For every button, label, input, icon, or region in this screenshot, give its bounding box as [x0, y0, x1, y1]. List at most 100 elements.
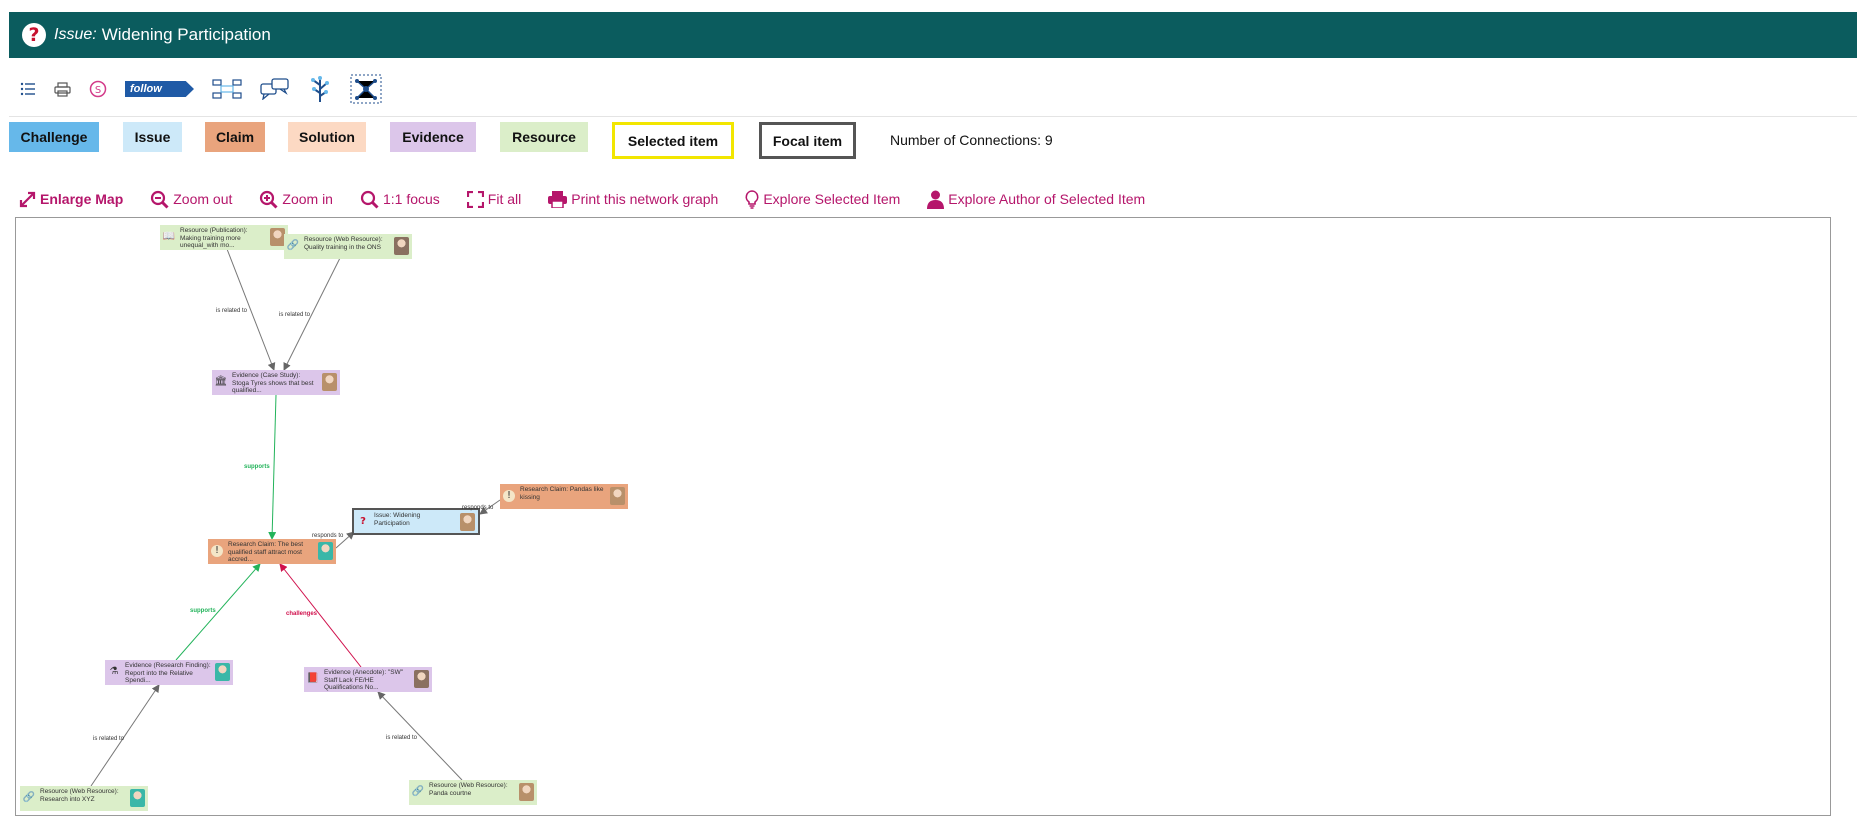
node-label: Evidence (Case Study): Stoga Tyres shows… — [232, 372, 314, 394]
legend-solution: Solution — [288, 122, 366, 152]
explore-selected-item-button[interactable]: Explore Selected Item — [745, 189, 900, 209]
research-icon: ⚗ — [109, 666, 119, 678]
user-icon — [927, 190, 945, 209]
node-label: Research Claim: The best qualified staff… — [228, 541, 304, 563]
explore-author-label: Explore Author of Selected Item — [948, 191, 1146, 207]
zoom-out-icon — [151, 190, 169, 209]
avatar — [414, 670, 429, 688]
edge-label: challenges — [286, 611, 318, 617]
fit-all-icon — [466, 190, 484, 208]
graph-edge-supports — [268, 394, 277, 540]
edge-label: responds to — [462, 505, 494, 511]
link-icon: 🔗 — [411, 786, 425, 798]
node-label: Resource (Web Resource): Quality trainin… — [304, 236, 383, 251]
avatar — [270, 228, 285, 246]
edge-label: responds to — [312, 533, 344, 539]
link-icon: 🔗 — [286, 240, 300, 252]
avatar — [610, 487, 625, 505]
question-icon: ? — [22, 23, 46, 47]
legend-focal-item: Focal item — [759, 122, 856, 159]
avatar — [519, 783, 534, 801]
network-view-icon[interactable] — [350, 74, 382, 104]
anecdote-icon: 📕 — [306, 673, 320, 685]
edge-label: supports — [244, 464, 270, 470]
edge-label: supports — [190, 608, 216, 614]
legend-issue: Issue — [123, 122, 182, 152]
legend-resource: Resource — [500, 122, 588, 152]
graph-node-evidence[interactable]: 📕 Evidence (Anecdote): "SW" Staff Lack FE… — [304, 667, 432, 692]
graph-node-resource[interactable]: 🔗 Resource (Web Resource): Panda courtne — [409, 780, 537, 805]
graph-node-resource[interactable]: 📖 Resource (Publication): Making training… — [160, 225, 288, 250]
zoom-out-button[interactable]: Zoom out — [150, 190, 232, 209]
page-title: Widening Participation — [101, 25, 271, 44]
lightbulb-icon — [745, 189, 759, 209]
page-header: ? Issue: Widening Participation — [9, 12, 1857, 58]
edge-label: is related to — [279, 312, 311, 318]
avatar — [318, 542, 333, 560]
node-label: Research Claim: Pandas like kissing — [520, 486, 604, 501]
avatar — [394, 237, 409, 255]
link-icon: 🔗 — [22, 792, 36, 804]
enlarge-map-label: Enlarge Map — [40, 191, 124, 207]
graph-edges — [90, 248, 501, 787]
search-icon — [360, 190, 379, 209]
explore-author-button[interactable]: Explore Author of Selected Item — [927, 190, 1145, 209]
fit-all-label: Fit all — [487, 191, 522, 207]
book-icon: 📖 — [162, 231, 176, 243]
map-view-icon[interactable] — [212, 74, 242, 104]
avatar — [130, 789, 145, 807]
edge-label: is related to — [386, 735, 418, 741]
graph-node-issue[interactable]: ? Issue: Widening Participation — [352, 508, 480, 535]
focus-button[interactable]: 1:1 focus — [360, 190, 440, 209]
network-graph[interactable]: 📖 Resource (Publication): Making training… — [15, 217, 1831, 816]
spam-icon[interactable]: S — [89, 74, 107, 104]
graph-node-claim[interactable]: ! Research Claim: The best qualified staf… — [208, 539, 336, 564]
print-graph-label: Print this network graph — [571, 191, 719, 207]
graph-node-claim[interactable]: ! Research Claim: Pandas like kissing — [500, 484, 628, 509]
toolbar-divider — [9, 116, 1857, 117]
connections-count: Number of Connections: 9 — [890, 132, 1053, 148]
node-label: Resource (Publication): Making training … — [180, 227, 248, 249]
avatar — [215, 663, 230, 681]
printer-icon — [548, 190, 568, 208]
case-study-icon: 🏛 — [214, 376, 228, 388]
fit-all-button[interactable]: Fit all — [466, 190, 522, 208]
legend-claim: Claim — [205, 122, 265, 152]
zoom-in-label: Zoom in — [282, 191, 333, 207]
node-label: Evidence (Anecdote): "SW" Staff Lack FE/… — [324, 669, 404, 691]
graph-node-evidence[interactable]: 🏛 Evidence (Case Study): Stoga Tyres show… — [212, 370, 340, 395]
edge-label: is related to — [93, 736, 125, 742]
item-type-label: Issue: — [54, 26, 97, 43]
node-label: Issue: Widening Participation — [374, 512, 421, 527]
toolbar: S follow — [20, 74, 400, 104]
follow-button[interactable]: follow — [125, 74, 194, 104]
list-icon[interactable] — [20, 74, 36, 104]
node-label: Evidence (Research Finding): Report into… — [125, 662, 211, 684]
expand-icon — [19, 191, 36, 207]
zoom-out-label: Zoom out — [173, 191, 233, 207]
graph-node-evidence[interactable]: ⚗ Evidence (Research Finding): Report int… — [105, 660, 233, 685]
discussion-icon[interactable] — [260, 74, 290, 104]
graph-node-resource[interactable]: 🔗 Resource (Web Resource): Research into … — [20, 786, 148, 811]
map-actions: Enlarge Map Zoom out Zoom in 1:1 focus F… — [19, 188, 1172, 210]
avatar — [460, 513, 475, 531]
print-graph-button[interactable]: Print this network graph — [548, 190, 719, 208]
graph-edge-supports — [175, 563, 261, 661]
graph-node-resource[interactable]: 🔗 Resource (Web Resource): Quality traini… — [284, 234, 412, 259]
claim-icon: ! — [503, 490, 515, 502]
legend-selected-item: Selected item — [612, 122, 734, 159]
enlarge-map-button[interactable]: Enlarge Map — [19, 191, 123, 208]
legend-challenge: Challenge — [9, 122, 99, 152]
svg-text:S: S — [95, 85, 101, 96]
focus-label: 1:1 focus — [382, 191, 440, 207]
edge-label: is related to — [216, 308, 248, 314]
issue-icon: ? — [360, 516, 366, 528]
print-icon[interactable] — [54, 74, 71, 104]
zoom-in-button[interactable]: Zoom in — [259, 190, 333, 209]
avatar — [322, 373, 337, 391]
node-label: Resource (Web Resource): Research into X… — [40, 788, 119, 803]
follow-label: follow — [125, 81, 194, 97]
tree-view-icon[interactable] — [308, 74, 332, 104]
zoom-in-icon — [260, 190, 278, 209]
legend-evidence: Evidence — [390, 122, 476, 152]
